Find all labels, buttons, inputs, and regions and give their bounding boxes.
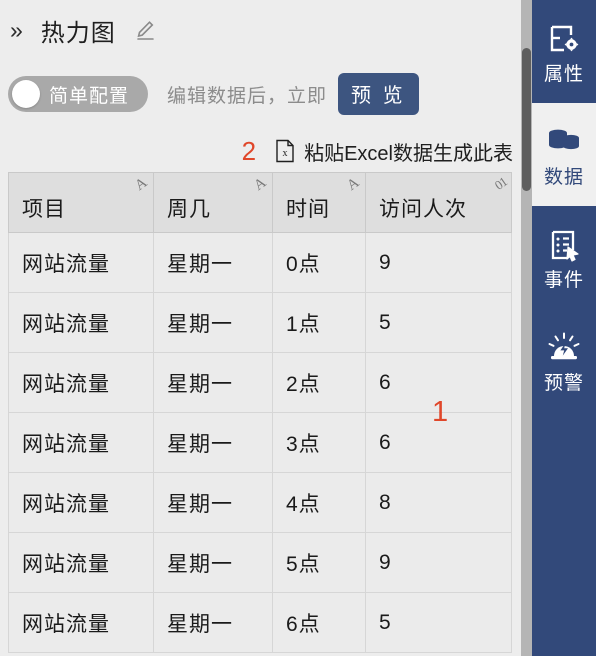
column-header-shijian[interactable]: 时间 A bbox=[272, 172, 366, 233]
page-title: 热力图 bbox=[40, 19, 116, 47]
table-cell[interactable]: 4点 bbox=[272, 472, 366, 533]
sidebar-item-properties[interactable]: 属性 bbox=[532, 0, 596, 103]
table-cell[interactable]: 网站流量 bbox=[8, 352, 154, 413]
table-cell[interactable]: 星期一 bbox=[153, 532, 273, 593]
panel-header: » 热力图 bbox=[0, 6, 521, 54]
table-cell[interactable]: 0点 bbox=[272, 232, 366, 293]
pencil-icon[interactable] bbox=[132, 17, 158, 43]
edit-hint-text: 编辑数据后，立即 bbox=[167, 85, 328, 107]
table-cell[interactable]: 5点 bbox=[272, 532, 366, 593]
table-cell[interactable]: 网站流量 bbox=[8, 592, 154, 653]
table-cell[interactable]: 网站流量 bbox=[8, 412, 154, 473]
table-cell[interactable]: 1点 bbox=[272, 292, 366, 353]
simple-config-label: 简单配置 bbox=[49, 85, 130, 107]
table-row[interactable]: 网站流量 星期一 1点 5 bbox=[8, 292, 512, 353]
table-cell[interactable]: 星期一 bbox=[153, 592, 273, 653]
paste-excel-bar: 2 x 粘贴Excel数据生成此表 bbox=[0, 131, 521, 171]
event-list-icon bbox=[545, 226, 583, 264]
table-cell[interactable]: 9 bbox=[365, 232, 512, 293]
table-row[interactable]: 网站流量 星期一 2点 6 bbox=[8, 352, 512, 413]
column-header-xiangmu[interactable]: 项目 A bbox=[8, 172, 154, 233]
simple-config-toggle[interactable]: 简单配置 bbox=[8, 76, 148, 112]
table-row[interactable]: 网站流量 星期一 5点 9 bbox=[8, 532, 512, 593]
sidebar-item-label: 事件 bbox=[543, 269, 584, 291]
table-cell[interactable]: 6点 bbox=[272, 592, 366, 653]
table-cell[interactable]: 网站流量 bbox=[8, 232, 154, 293]
text-type-icon: A bbox=[251, 174, 271, 195]
data-config-panel: » 热力图 简单配置 编辑数据后，立即 预 览 2 x 粘贴Excel数据生成此… bbox=[0, 0, 521, 656]
text-type-icon: A bbox=[132, 174, 152, 195]
table-cell[interactable]: 星期一 bbox=[153, 412, 273, 473]
app-root: » 热力图 简单配置 编辑数据后，立即 预 览 2 x 粘贴Excel数据生成此… bbox=[0, 0, 596, 656]
annotation-marker-2: 2 bbox=[241, 136, 257, 166]
sidebar-item-alerts[interactable]: 预警 bbox=[532, 309, 596, 412]
table-cell[interactable]: 6 bbox=[365, 352, 512, 413]
table-row[interactable]: 网站流量 星期一 4点 8 bbox=[8, 472, 512, 533]
alarm-icon bbox=[545, 329, 583, 367]
table-cell[interactable]: 9 bbox=[365, 532, 512, 593]
table-cell[interactable]: 网站流量 bbox=[8, 472, 154, 533]
scrollbar-thumb[interactable] bbox=[522, 48, 531, 191]
sidebar-item-label: 数据 bbox=[543, 166, 584, 188]
preview-button[interactable]: 预 览 bbox=[338, 73, 419, 115]
database-icon bbox=[545, 123, 583, 161]
properties-icon bbox=[545, 20, 583, 58]
table-row[interactable]: 网站流量 星期一 3点 6 bbox=[8, 412, 512, 473]
paste-excel-label: 粘贴Excel数据生成此表 bbox=[304, 142, 513, 165]
column-header-label: 访问人次 bbox=[379, 198, 467, 221]
svg-text:x: x bbox=[283, 148, 288, 159]
sidebar-item-label: 属性 bbox=[543, 63, 584, 85]
text-type-icon: A bbox=[344, 174, 364, 195]
column-header-fangwenrenci[interactable]: 访问人次 01 bbox=[365, 172, 512, 233]
column-header-label: 周几 bbox=[167, 198, 211, 221]
table-cell[interactable]: 网站流量 bbox=[8, 292, 154, 353]
table-cell[interactable]: 2点 bbox=[272, 352, 366, 413]
data-table-body: 网站流量 星期一 0点 9 网站流量 星期一 1点 5 网站流量 星期一 2点 6 网站流量 星期一 3点 6… bbox=[8, 232, 512, 653]
excel-file-icon: x bbox=[274, 139, 296, 163]
table-cell[interactable]: 5 bbox=[365, 292, 512, 353]
table-header-row: 项目 A 周几 A 时间 A 访问人次 01 bbox=[8, 172, 512, 233]
column-header-label: 时间 bbox=[286, 198, 330, 221]
table-cell[interactable]: 3点 bbox=[272, 412, 366, 473]
table-cell[interactable]: 星期一 bbox=[153, 472, 273, 533]
sidebar-item-label: 预警 bbox=[543, 372, 584, 394]
right-sidebar: 属性 数据 事件 预警 bbox=[532, 0, 596, 656]
column-header-label: 项目 bbox=[22, 198, 66, 221]
panel-vertical-scrollbar[interactable] bbox=[521, 0, 532, 656]
toggle-knob bbox=[12, 80, 40, 108]
table-row[interactable]: 网站流量 星期一 6点 5 bbox=[8, 592, 512, 653]
chevrons-right-icon[interactable]: » bbox=[10, 18, 23, 42]
sidebar-item-events[interactable]: 事件 bbox=[532, 206, 596, 309]
table-row[interactable]: 网站流量 星期一 0点 9 bbox=[8, 232, 512, 293]
table-cell[interactable]: 星期一 bbox=[153, 232, 273, 293]
table-cell[interactable]: 网站流量 bbox=[8, 532, 154, 593]
table-cell[interactable]: 8 bbox=[365, 472, 512, 533]
data-table-container: 项目 A 周几 A 时间 A 访问人次 01 网站流量 星期一 0点 9 网站流… bbox=[8, 172, 512, 653]
table-cell[interactable]: 6 bbox=[365, 412, 512, 473]
data-table: 项目 A 周几 A 时间 A 访问人次 01 网站流量 星期一 0点 9 网站流… bbox=[8, 172, 512, 653]
sidebar-item-data[interactable]: 数据 bbox=[532, 103, 596, 206]
table-cell[interactable]: 星期一 bbox=[153, 292, 273, 353]
column-header-zhouji[interactable]: 周几 A bbox=[153, 172, 273, 233]
table-cell[interactable]: 5 bbox=[365, 592, 512, 653]
config-bar: 简单配置 编辑数据后，立即 预 览 bbox=[0, 71, 521, 117]
number-type-icon: 01 bbox=[491, 174, 510, 193]
table-cell[interactable]: 星期一 bbox=[153, 352, 273, 413]
paste-excel-button[interactable]: x 粘贴Excel数据生成此表 bbox=[274, 137, 513, 166]
